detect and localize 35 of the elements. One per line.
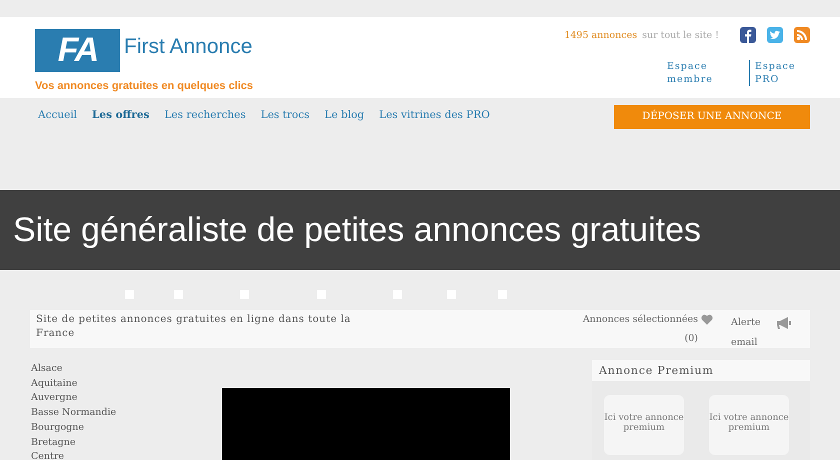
- video-player[interactable]: [222, 388, 510, 460]
- facebook-icon[interactable]: [740, 27, 756, 43]
- nav-link[interactable]: Les recherches: [164, 108, 246, 120]
- ad-count-caption: sur tout le site !: [642, 30, 719, 40]
- nav-link[interactable]: Le blog: [324, 108, 364, 120]
- rss-icon[interactable]: [794, 27, 810, 43]
- post-ad-button[interactable]: DÉPOSER UNE ANNONCE: [614, 104, 810, 128]
- nav-link[interactable]: Les offres: [92, 108, 150, 120]
- megaphone-icon[interactable]: [776, 316, 792, 330]
- site-description: Site de petites annonces gratuites en ligne dans toute la France: [36, 313, 352, 341]
- region-link[interactable]: Basse Normandie: [31, 406, 181, 421]
- bird-icon[interactable]: [767, 27, 783, 43]
- ad-count: 1495 annonces: [564, 30, 638, 40]
- region-link[interactable]: Aquitaine: [31, 376, 181, 392]
- selected-ads-count: (0): [684, 332, 698, 345]
- nav-link[interactable]: Les vitrines des PRO: [379, 108, 490, 120]
- tagline: Vos annonces gratuites en quelques clics: [35, 80, 254, 92]
- region-link[interactable]: Centre: [31, 450, 181, 460]
- banner-title: Site généraliste de petites annonces gratuites: [12, 210, 702, 250]
- logo-name[interactable]: First Annonce: [124, 34, 252, 58]
- region-link[interactable]: Auvergne: [31, 391, 181, 406]
- region-link[interactable]: Bourgogne: [31, 420, 181, 436]
- heart-icon[interactable]: [701, 314, 713, 325]
- account-link[interactable]: Espace PRO: [749, 60, 810, 86]
- premium-slot[interactable]: Ici votre annonce premium: [709, 395, 789, 455]
- email-alert-link[interactable]: Alerte email: [731, 313, 776, 348]
- region-link[interactable]: Alsace: [31, 362, 181, 377]
- nav-link[interactable]: Accueil: [38, 108, 78, 120]
- premium-title: Annonce Premium: [592, 360, 810, 381]
- region-link[interactable]: Bretagne: [31, 436, 181, 450]
- premium-slot[interactable]: Ici votre annonce premium: [604, 395, 684, 455]
- account-link[interactable]: Espace membre: [663, 60, 749, 86]
- logo-mark[interactable]: FA: [35, 29, 120, 72]
- nav-link[interactable]: Les trocs: [260, 108, 310, 120]
- selected-ads-label[interactable]: Annonces sélectionnées: [582, 313, 698, 326]
